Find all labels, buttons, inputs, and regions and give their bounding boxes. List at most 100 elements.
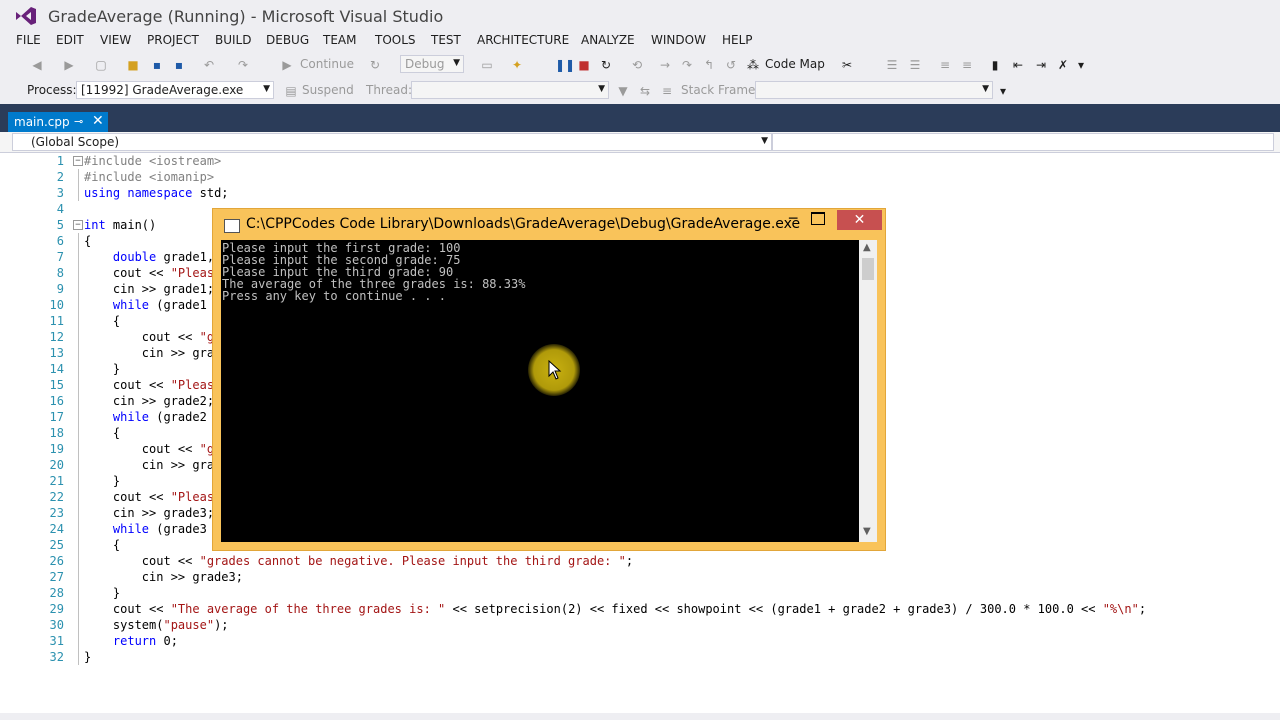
code-line[interactable]: 32} [0,649,1280,665]
code-map-button[interactable]: Code Map [765,57,825,71]
minimize-icon[interactable]: ─ [789,211,797,227]
toolbar-overflow-icon[interactable]: ▾ [996,84,1010,98]
pin-icon[interactable]: ⊸ [74,115,83,128]
flag-threads-icon[interactable]: ▼ [616,84,630,98]
menu-project[interactable]: PROJECT [147,33,199,47]
step-out-icon[interactable]: ↰ [702,58,716,72]
console-scrollbar[interactable]: ▲ ▼ [859,240,877,542]
menu-view[interactable]: VIEW [100,33,131,47]
open-file-icon[interactable]: ■ [126,58,140,72]
continue-button[interactable]: Continue [300,57,354,71]
code-line[interactable]: 30 system("pause"); [0,617,1280,633]
code-text: { [84,234,92,248]
code-line[interactable]: 2 #include <iomanip> [0,169,1280,185]
collapse-icon[interactable]: − [73,220,83,230]
code-text: cout << "g [84,330,215,344]
suspend-icon[interactable]: ▤ [284,84,298,98]
save-icon[interactable]: ▪ [150,58,164,72]
menu-tools[interactable]: TOOLS [375,33,416,47]
bookmark-icon[interactable]: ▮ [988,58,1002,72]
find-icon[interactable]: ▭ [480,58,494,72]
align-left-icon[interactable]: ☰ [885,58,899,72]
code-line[interactable]: 31 return 0; [0,633,1280,649]
code-line[interactable]: 1− #include <iostream> [0,153,1280,169]
menu-team[interactable]: TEAM [323,33,356,47]
hex-display-icon[interactable]: ↺ [724,58,738,72]
clear-bookmarks-icon[interactable]: ✗ [1056,58,1070,72]
continue-icon[interactable]: ▶ [280,58,294,72]
menu-architecture[interactable]: ARCHITECTURE [477,33,569,47]
code-text: cin >> gra [84,346,215,360]
navigate-back-icon[interactable]: ◀ [30,58,44,72]
code-text: while (grade1 [112,298,215,312]
code-text: return 0; [112,634,178,648]
close-button[interactable]: ✕ [837,210,882,230]
tools-icon[interactable]: ✂ [840,58,854,72]
line-number: 5 [56,218,64,232]
code-line[interactable]: 28 } [0,585,1280,601]
stop-debugging-icon[interactable]: ■ [577,58,591,72]
menu-edit[interactable]: EDIT [56,33,84,47]
outline-guide [78,537,79,553]
code-line[interactable]: 26 cout << "grades cannot be negative. P… [0,553,1280,569]
new-project-icon[interactable]: ▢ [94,58,108,72]
menu-analyze[interactable]: ANALYZE [581,33,635,47]
show-next-statement-icon[interactable]: ⟲ [630,58,644,72]
menu-help[interactable]: HELP [722,33,753,47]
menu-bar: FILE EDIT VIEW PROJECT BUILD DEBUG TEAM … [0,32,1280,52]
restart-icon[interactable]: ↻ [368,58,382,72]
undo-icon[interactable]: ↶ [202,58,216,72]
code-line[interactable]: 3 using namespace std; [0,185,1280,201]
outline-guide [78,633,79,649]
restart-debugging-icon[interactable]: ↻ [599,58,613,72]
previous-bookmark-icon[interactable]: ⇤ [1011,58,1025,72]
line-number: 18 [49,426,64,440]
member-select[interactable] [772,133,1274,151]
step-into-icon[interactable]: → [658,58,672,72]
uncomment-icon[interactable]: ≡ [960,58,974,72]
comment-icon[interactable]: ≡ [938,58,952,72]
breakpoint-icon[interactable]: ✦ [510,58,524,72]
step-over-icon[interactable]: ↷ [680,58,694,72]
line-number: 16 [49,394,64,408]
navigate-forward-icon[interactable]: ▶ [62,58,76,72]
scroll-thumb[interactable] [862,258,874,280]
line-number: 22 [49,490,64,504]
chevron-down-icon: ▼ [982,84,989,94]
scroll-down-icon[interactable]: ▼ [863,526,871,537]
align-right-icon[interactable]: ☰ [908,58,922,72]
code-line[interactable]: 27 cin >> grade3; [0,569,1280,585]
line-number: 3 [56,186,64,200]
maximize-icon[interactable] [811,212,825,225]
menu-test[interactable]: TEST [431,33,461,47]
close-icon[interactable]: ✕ [92,113,104,129]
visual-studio-logo-icon [16,7,36,25]
stack-frame-select[interactable]: ▼ [755,81,993,99]
menu-window[interactable]: WINDOW [651,33,706,47]
save-all-icon[interactable]: ▪ [172,58,186,72]
scope-select[interactable]: (Global Scope) ▼ [12,133,772,151]
stack-frame-icon[interactable]: ≡ [660,84,674,98]
thread-select[interactable]: ▼ [411,81,609,99]
code-line[interactable]: 29 cout << "The average of the three gra… [0,601,1280,617]
outline-guide [78,617,79,633]
break-all-icon[interactable]: ❚❚ [555,58,575,72]
outline-guide [78,425,79,441]
collapse-icon[interactable]: − [73,156,83,166]
menu-build[interactable]: BUILD [215,33,251,47]
tab-main-cpp[interactable]: main.cpp ⊸ ✕ [8,112,108,132]
code-text: cin >> grade3; [84,570,243,584]
suspend-button[interactable]: Suspend [302,83,354,97]
show-threads-icon[interactable]: ⇆ [638,84,652,98]
redo-icon[interactable]: ↷ [236,58,250,72]
solution-config-select[interactable]: Debug ▼ [400,55,464,73]
next-bookmark-icon[interactable]: ⇥ [1034,58,1048,72]
scroll-up-icon[interactable]: ▲ [863,242,871,253]
menu-debug[interactable]: DEBUG [266,33,309,47]
outline-guide [78,649,79,665]
code-map-icon[interactable]: ⁂ [746,58,760,72]
toolbar-overflow-icon[interactable]: ▾ [1074,58,1088,72]
outline-guide [78,601,79,617]
menu-file[interactable]: FILE [16,33,41,47]
process-select[interactable]: [11992] GradeAverage.exe ▼ [76,81,274,99]
